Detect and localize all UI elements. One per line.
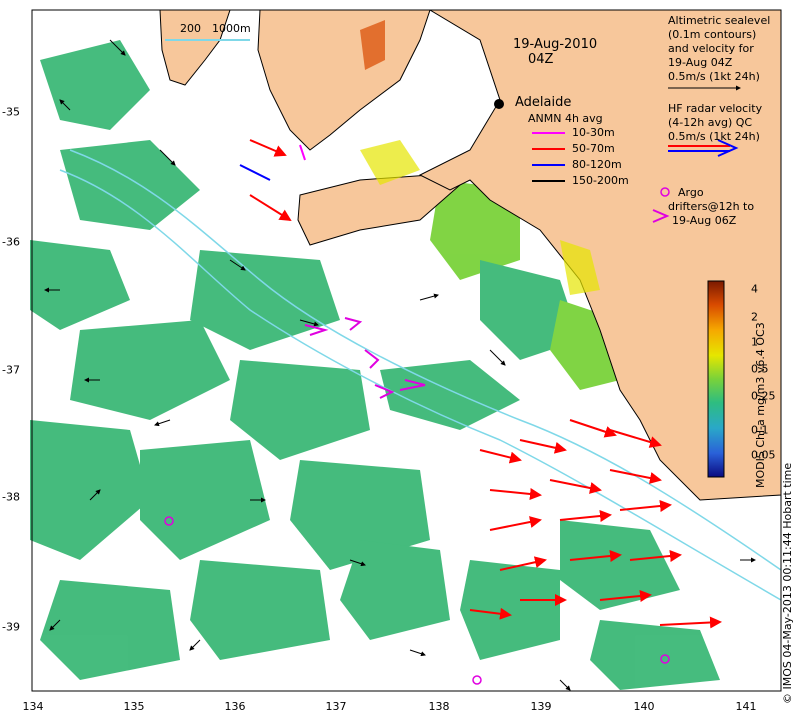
x-tick: 134 (22, 700, 44, 713)
y-tick: -37 (2, 363, 20, 377)
map-date: 19-Aug-2010 (513, 37, 598, 52)
x-tick: 136 (224, 700, 246, 713)
colorbar (707, 280, 725, 478)
anmn-item: 10-30m (572, 126, 615, 139)
anmn-title: ANMN 4h avg (528, 112, 603, 125)
adelaide-marker (494, 99, 504, 109)
anmn-item: 150-200m (572, 174, 629, 187)
anmn-item: 80-120m (572, 158, 622, 171)
y-tick: -39 (2, 620, 20, 634)
x-tick: 137 (325, 700, 347, 713)
scale-label-200: 200 (180, 22, 201, 35)
city-label: Adelaide (515, 95, 572, 110)
x-tick: 138 (428, 700, 450, 713)
x-tick: 135 (123, 700, 145, 713)
x-tick: 139 (530, 700, 552, 713)
x-tick: 140 (633, 700, 655, 713)
credit-text: © IMOS 04-May-2013 00:11:44 Hobart time (781, 462, 794, 704)
colorbar-tick: 4 (751, 282, 758, 296)
anmn-item: 50-70m (572, 142, 615, 155)
colorbar-title: MODIS Chl-a mg/m3 v6.4 OC3 (754, 322, 767, 488)
y-tick: -36 (2, 235, 20, 249)
y-tick: -35 (2, 105, 20, 119)
map-time: 04Z (528, 52, 554, 67)
x-tick: 141 (735, 700, 757, 713)
scale-label-1000: 1000m (212, 22, 251, 35)
y-tick: -38 (2, 490, 20, 504)
